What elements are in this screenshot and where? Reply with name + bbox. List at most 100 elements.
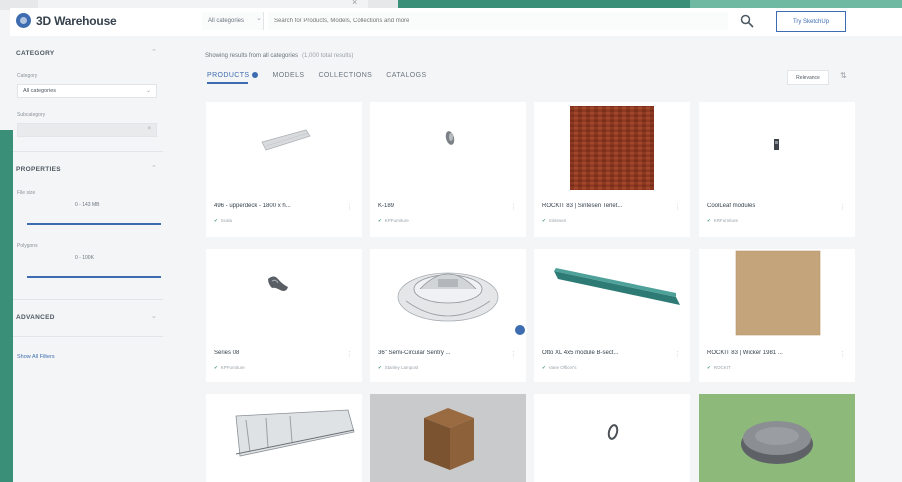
background-window-bar bbox=[38, 0, 368, 8]
search-icon[interactable] bbox=[740, 14, 754, 28]
chevron-down-icon: ⌄ bbox=[145, 88, 151, 94]
tab-products[interactable]: PRODUCTS bbox=[207, 72, 259, 84]
verified-icon: ✔ bbox=[707, 218, 711, 223]
subcategory-label: Subcategory bbox=[17, 112, 46, 118]
product-card[interactable] bbox=[370, 394, 526, 482]
results-count: (1,000 total results) bbox=[302, 53, 354, 59]
product-title[interactable]: ROCKIT 83 | Sintesen Terlet... bbox=[542, 203, 670, 209]
product-card[interactable]: K-189 ✔ KPFurniture ⋮ bbox=[370, 102, 526, 237]
new-indicator-icon bbox=[252, 72, 259, 79]
author-name: KPFurniture bbox=[384, 218, 409, 223]
polygons-slider[interactable] bbox=[27, 276, 161, 278]
product-thumbnail[interactable] bbox=[534, 249, 690, 341]
product-title[interactable]: ROCKIT 83 | Wicker 1981 ... bbox=[707, 350, 835, 356]
product-card[interactable] bbox=[206, 394, 362, 482]
filter-sidebar: CATEGORY ⌃ Category All categories ⌄ Sub… bbox=[13, 36, 165, 482]
category-select[interactable]: All categories ⌄ bbox=[17, 84, 157, 98]
verified-icon: ✔ bbox=[378, 365, 382, 370]
sort-icon[interactable]: ⇅ bbox=[840, 71, 847, 80]
sort-select[interactable]: Relevance bbox=[787, 70, 829, 85]
product-thumbnail[interactable] bbox=[534, 394, 690, 482]
logo[interactable]: 3D Warehouse bbox=[16, 13, 117, 28]
product-title[interactable]: Otto XL 4x5 module B-sect... bbox=[542, 350, 670, 356]
more-options-icon[interactable]: ⋮ bbox=[839, 203, 846, 211]
product-thumbnail[interactable] bbox=[370, 394, 526, 482]
product-card[interactable]: CoolLeaf modules ✔ KRFurniture ⋮ bbox=[699, 102, 855, 237]
tab-models[interactable]: MODELS bbox=[272, 72, 304, 79]
divider bbox=[13, 151, 163, 152]
advanced-section-title[interactable]: ADVANCED bbox=[16, 314, 55, 321]
more-options-icon[interactable]: ⋮ bbox=[839, 350, 846, 358]
verified-icon: ✔ bbox=[214, 218, 218, 223]
product-thumbnail[interactable] bbox=[699, 249, 855, 341]
product-card[interactable]: ROCKIT 83 | Wicker 1981 ... ✔ ROCKIT ⋮ bbox=[699, 249, 855, 382]
product-thumbnail[interactable] bbox=[370, 102, 526, 194]
file-size-label: File size bbox=[17, 190, 36, 196]
subcategory-select[interactable]: × bbox=[17, 123, 157, 137]
product-author[interactable]: ✔ Stanley Lampost bbox=[378, 365, 418, 371]
divider bbox=[13, 299, 163, 300]
product-title[interactable]: CoolLeaf modules bbox=[707, 203, 835, 209]
author-name: Stanley Lampost bbox=[384, 365, 419, 370]
results-summary: Showing results from all categories (1,00… bbox=[205, 53, 353, 59]
product-title[interactable]: 36" Semi-Circular Sentry ... bbox=[378, 350, 506, 356]
product-title[interactable]: 496 - upperdeck - 1800 x h... bbox=[214, 203, 342, 209]
show-all-filters-link[interactable]: Show All Filters bbox=[17, 354, 55, 360]
file-size-slider[interactable] bbox=[27, 223, 161, 225]
result-tabs: PRODUCTS MODELS COLLECTIONS CATALOGS bbox=[207, 72, 427, 84]
author-name: Vane Officer's bbox=[548, 365, 577, 370]
product-thumbnail[interactable] bbox=[534, 102, 690, 194]
product-card[interactable]: Otto XL 4x5 module B-sect... ✔ Vane Offic… bbox=[534, 249, 690, 382]
more-options-icon[interactable]: ⋮ bbox=[510, 203, 517, 211]
product-author[interactable]: ✔ KPFurniture bbox=[214, 365, 245, 371]
author-name: Sintesen bbox=[548, 218, 567, 223]
product-thumbnail[interactable] bbox=[206, 102, 362, 194]
more-options-icon[interactable]: ⋮ bbox=[346, 350, 353, 358]
product-card[interactable]: 496 - upperdeck - 1800 x h... ✔ Scala ⋮ bbox=[206, 102, 362, 237]
tab-collections[interactable]: COLLECTIONS bbox=[318, 72, 372, 79]
product-author[interactable]: ✔ ROCKIT bbox=[707, 365, 731, 371]
category-select-value: All categories bbox=[23, 88, 57, 94]
tab-catalogs[interactable]: CATALOGS bbox=[386, 72, 426, 79]
product-thumbnail[interactable] bbox=[699, 102, 855, 194]
product-author[interactable]: ✔ KPFurniture bbox=[378, 218, 409, 224]
chevron-up-icon[interactable]: ⌃ bbox=[151, 164, 157, 172]
author-name: Scala bbox=[220, 218, 233, 223]
product-card[interactable]: ROCKIT 83 | Sintesen Terlet... ✔ Sintesen… bbox=[534, 102, 690, 237]
more-options-icon[interactable]: ⋮ bbox=[674, 350, 681, 358]
more-options-icon[interactable]: ⋮ bbox=[346, 203, 353, 211]
product-author[interactable]: ✔ Scala bbox=[214, 218, 232, 224]
product-title[interactable]: K-189 bbox=[378, 203, 506, 209]
product-author[interactable]: ✔ KRFurniture bbox=[707, 218, 738, 224]
background-close-icon: × bbox=[352, 0, 358, 7]
product-thumbnail[interactable] bbox=[206, 249, 362, 341]
author-name: ROCKIT bbox=[713, 365, 731, 370]
product-card[interactable] bbox=[534, 394, 690, 482]
product-card[interactable] bbox=[699, 394, 855, 482]
try-sketchup-button[interactable]: Try SketchUp bbox=[776, 11, 846, 32]
product-author[interactable]: ✔ Vane Officer's bbox=[542, 365, 577, 371]
product-thumbnail[interactable] bbox=[206, 394, 362, 482]
product-author[interactable]: ✔ Sintesen bbox=[542, 218, 566, 224]
results-text: Showing results from all categories bbox=[205, 53, 299, 59]
verified-icon: ✔ bbox=[542, 365, 546, 370]
product-card[interactable]: Series 08 ✔ KPFurniture ⋮ bbox=[206, 249, 362, 382]
more-options-icon[interactable]: ⋮ bbox=[674, 203, 681, 211]
chevron-down-icon[interactable]: ⌄ bbox=[151, 312, 157, 320]
polygons-label: Polygons bbox=[17, 243, 38, 249]
chevron-up-icon[interactable]: ⌃ bbox=[151, 48, 157, 56]
product-thumbnail[interactable] bbox=[699, 394, 855, 482]
properties-section-title[interactable]: PROPERTIES bbox=[16, 166, 61, 173]
product-title[interactable]: Series 08 bbox=[214, 350, 342, 356]
background-band-left bbox=[0, 130, 13, 482]
warehouse-logo-icon bbox=[16, 13, 31, 28]
product-card[interactable]: 36" Semi-Circular Sentry ... ✔ Stanley La… bbox=[370, 249, 526, 382]
polygons-value: 0 - 100K bbox=[75, 255, 94, 261]
verified-icon: ✔ bbox=[214, 365, 218, 370]
more-options-icon[interactable]: ⋮ bbox=[510, 350, 517, 358]
chevron-down-icon: ⌄ bbox=[256, 15, 262, 22]
category-section-title[interactable]: CATEGORY bbox=[16, 50, 55, 57]
product-thumbnail[interactable] bbox=[370, 249, 526, 341]
search-category-select[interactable]: All categories bbox=[202, 12, 264, 30]
search-input[interactable] bbox=[268, 12, 728, 30]
